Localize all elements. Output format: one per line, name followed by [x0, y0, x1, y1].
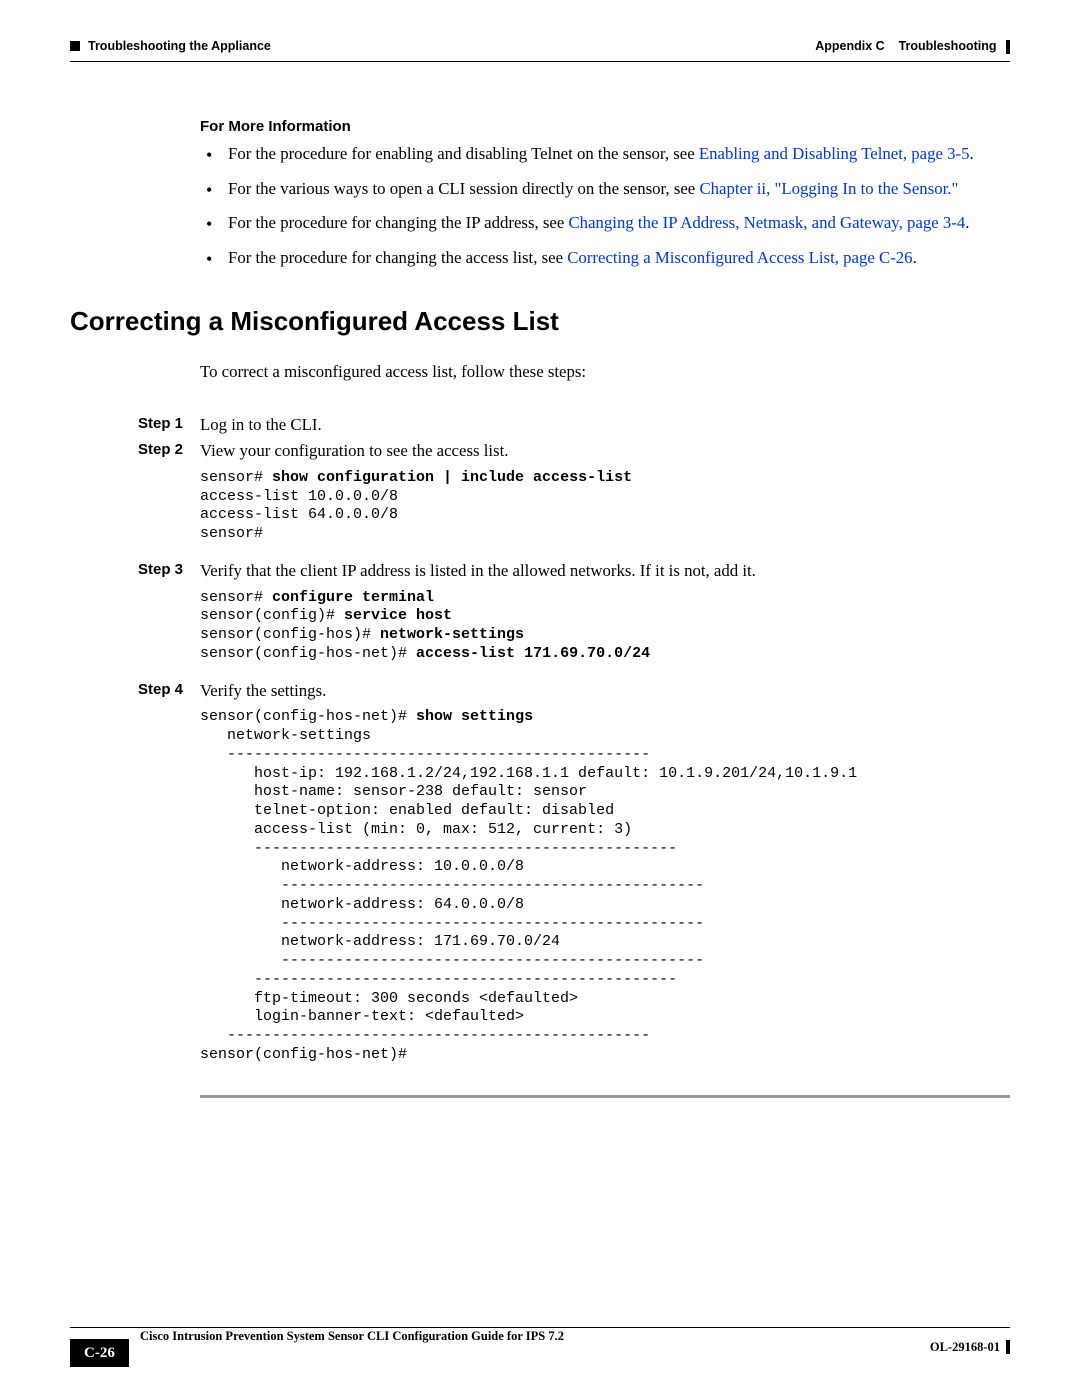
step-text: Verify the settings.: [200, 680, 1010, 703]
link-logging-in[interactable]: Chapter ii, "Logging In to the Sensor.": [699, 179, 958, 198]
step-4: Step 4 Verify the settings.: [200, 680, 1010, 703]
step-text: Verify that the client IP address is lis…: [200, 560, 1010, 583]
page-header: Troubleshooting the Appliance Appendix C…: [0, 0, 1080, 57]
intro-text: To correct a misconfigured access list, …: [200, 361, 1010, 384]
fmi-heading: For More Information: [200, 117, 1010, 137]
footer-docnum-wrap: OL-29168-01: [930, 1339, 1010, 1356]
code-block-3: sensor(config-hos-net)# show settings ne…: [200, 708, 1010, 1064]
step-label: Step 2: [138, 440, 200, 463]
footer-docnum: OL-29168-01: [930, 1339, 1000, 1356]
step-text: View your configuration to see the acces…: [200, 440, 1010, 463]
link-change-ip[interactable]: Changing the IP Address, Netmask, and Ga…: [568, 213, 965, 232]
section-heading: Correcting a Misconfigured Access List: [70, 304, 1010, 339]
section-end-rule: [200, 1095, 1010, 1098]
header-right: Appendix C Troubleshooting: [815, 38, 1010, 55]
step-label: Step 3: [138, 560, 200, 583]
page-number: C-26: [70, 1339, 129, 1367]
step-label: Step 1: [138, 414, 200, 437]
list-item: For the procedure for enabling and disab…: [200, 143, 1010, 166]
code-block-1: sensor# show configuration | include acc…: [200, 469, 1010, 544]
header-appendix: Appendix C: [815, 39, 884, 53]
link-enable-telnet[interactable]: Enabling and Disabling Telnet, page 3-5: [699, 144, 970, 163]
code-block-2: sensor# configure terminal sensor(config…: [200, 589, 1010, 664]
step-1: Step 1 Log in to the CLI.: [200, 414, 1010, 437]
link-access-list[interactable]: Correcting a Misconfigured Access List, …: [567, 248, 912, 267]
bar-icon: [1006, 1340, 1010, 1354]
header-left-text: Troubleshooting the Appliance: [88, 38, 271, 55]
step-2: Step 2 View your configuration to see th…: [200, 440, 1010, 463]
page-footer: Cisco Intrusion Prevention System Sensor…: [70, 1327, 1010, 1367]
list-item: For the procedure for changing the acces…: [200, 247, 1010, 270]
list-item: For the procedure for changing the IP ad…: [200, 212, 1010, 235]
steps-block: Step 1 Log in to the CLI. Step 2 View yo…: [200, 414, 1010, 1065]
list-item: For the various ways to open a CLI sessi…: [200, 178, 1010, 201]
step-text: Log in to the CLI.: [200, 414, 1010, 437]
header-chapter: Troubleshooting: [899, 39, 997, 53]
bar-icon: [1006, 40, 1010, 54]
square-icon: [70, 41, 80, 51]
content-area: For More Information For the procedure f…: [0, 62, 1080, 1098]
for-more-info-block: For More Information For the procedure f…: [200, 117, 1010, 270]
fmi-list: For the procedure for enabling and disab…: [200, 143, 1010, 270]
step-label: Step 4: [138, 680, 200, 703]
step-3: Step 3 Verify that the client IP address…: [200, 560, 1010, 583]
header-left: Troubleshooting the Appliance: [70, 38, 271, 55]
